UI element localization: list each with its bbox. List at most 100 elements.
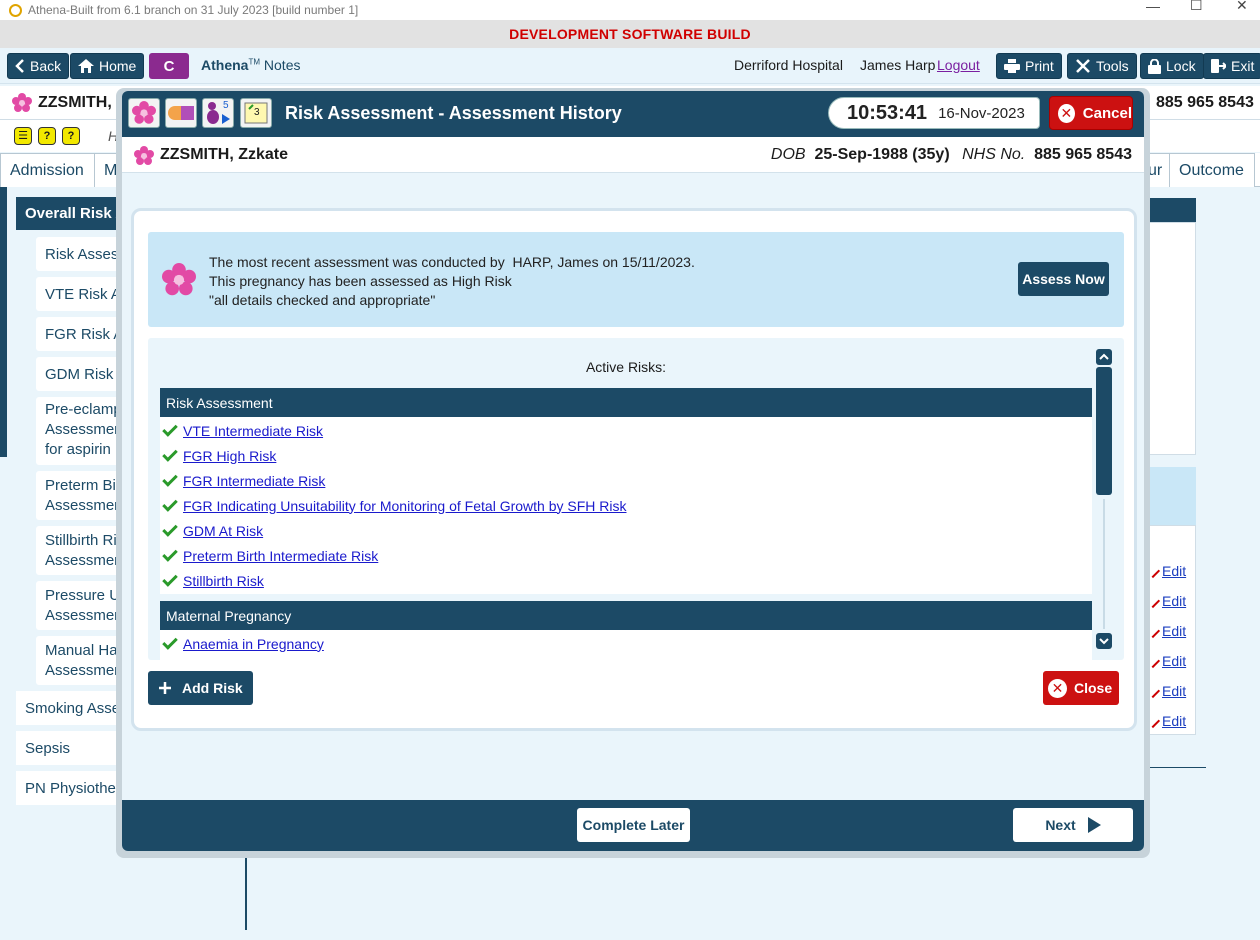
lock-button[interactable]: Lock bbox=[1140, 53, 1204, 79]
active-risks-scroll-area: Active Risks: Risk Assessment VTE Interm… bbox=[160, 338, 1092, 660]
clock-time: 10:53:41 bbox=[847, 101, 928, 124]
nav-pre-eclampsia[interactable]: Pre-eclamp Assessmen for aspirin bbox=[36, 397, 126, 465]
checkmark-icon bbox=[162, 420, 178, 437]
user-name: James Harp bbox=[860, 57, 936, 73]
close-circle-icon: ✕ bbox=[1058, 103, 1075, 123]
risk-link[interactable]: Preterm Birth Intermediate Risk bbox=[183, 548, 378, 564]
chevron-up-icon bbox=[1099, 353, 1109, 360]
scroll-up-button[interactable] bbox=[1096, 349, 1112, 365]
nav-stillbirth[interactable]: Stillbirth Ri Assessmen bbox=[36, 526, 126, 575]
pill-icon bbox=[168, 106, 194, 120]
cancel-button[interactable]: ✕ Cancel bbox=[1049, 96, 1133, 130]
assess-now-button[interactable]: Assess Now bbox=[1018, 262, 1109, 296]
background-nhs-number: 885 965 8543 bbox=[1156, 94, 1254, 111]
tab-admission[interactable]: Admission bbox=[0, 153, 95, 187]
home-label: Home bbox=[99, 58, 137, 74]
edit-link[interactable]: Edit bbox=[1145, 563, 1187, 579]
nav-manual-handling[interactable]: Manual Ha Assessmen bbox=[36, 636, 126, 685]
dob-value: 25-Sep-1988 (35y) bbox=[814, 146, 950, 163]
close-button[interactable]: ✕ Close bbox=[1043, 671, 1119, 705]
maximize-icon[interactable]: ☐ bbox=[1190, 0, 1203, 14]
edit-link[interactable]: Edit bbox=[1145, 713, 1186, 729]
patient-demographics: DOB 25-Sep-1988 (35y) NHS No. 885 965 85… bbox=[771, 146, 1132, 164]
flower-button[interactable] bbox=[128, 98, 160, 128]
list-alert-icon[interactable]: ☰ bbox=[14, 127, 32, 145]
nav-pn-physio[interactable]: PN Physiother bbox=[16, 771, 126, 805]
add-risk-button[interactable]: Add Risk bbox=[148, 671, 253, 705]
modal-patient-bar: ZZSMITH, Zzkate DOB 25-Sep-1988 (35y) NH… bbox=[122, 137, 1144, 173]
edit-link[interactable]: Edit bbox=[1145, 593, 1187, 609]
tools-button[interactable]: Tools bbox=[1067, 53, 1137, 79]
risk-link[interactable]: VTE Intermediate Risk bbox=[183, 423, 323, 439]
app-name-label: Athena bbox=[201, 57, 249, 73]
risk-link[interactable]: FGR Indicating Unsuitability for Monitor… bbox=[183, 498, 627, 514]
nav-smoking[interactable]: Smoking Asse bbox=[16, 691, 126, 725]
scroll-down-button[interactable] bbox=[1096, 633, 1112, 649]
dev-build-banner: DEVELOPMENT SOFTWARE BUILD bbox=[0, 20, 1260, 48]
edit-label: Edit bbox=[1162, 593, 1187, 609]
nav-gdm-risk[interactable]: GDM Risk A bbox=[36, 357, 126, 391]
home-button[interactable]: Home bbox=[70, 53, 145, 79]
exit-button[interactable]: Exit bbox=[1203, 53, 1260, 79]
nav-vte-risk[interactable]: VTE Risk As bbox=[36, 277, 126, 311]
risk-link[interactable]: FGR Intermediate Risk bbox=[183, 473, 325, 489]
medication-button[interactable] bbox=[165, 98, 197, 128]
nav-fgr-risk[interactable]: FGR Risk A bbox=[36, 317, 126, 351]
next-label: Next bbox=[1045, 817, 1076, 833]
modal-title: Risk Assessment - Assessment History bbox=[285, 103, 622, 123]
edit-link[interactable]: Edit bbox=[1145, 653, 1187, 669]
dob-label: DOB bbox=[770, 146, 806, 163]
close-circle-icon: ✕ bbox=[1048, 678, 1067, 698]
left-edge-bar bbox=[0, 187, 7, 457]
nav-risk-assess[interactable]: Risk Assess bbox=[36, 237, 126, 271]
risk-link[interactable]: Anaemia in Pregnancy bbox=[183, 636, 324, 652]
c-button[interactable]: C bbox=[149, 53, 189, 79]
printer-icon bbox=[1004, 59, 1020, 73]
flower-icon bbox=[12, 93, 32, 112]
print-button[interactable]: Print bbox=[996, 53, 1062, 79]
scroll-thumb[interactable] bbox=[1096, 367, 1112, 495]
risk-link[interactable]: FGR High Risk bbox=[183, 448, 276, 464]
back-button[interactable]: Back bbox=[7, 53, 70, 79]
nhs-value: 885 965 8543 bbox=[1034, 146, 1132, 163]
risk-link[interactable]: Stillbirth Risk bbox=[183, 573, 264, 589]
risks-scrollbar[interactable] bbox=[1096, 349, 1112, 651]
risk-link[interactable]: GDM At Risk bbox=[183, 523, 263, 539]
logout-link[interactable]: Logout bbox=[937, 57, 980, 73]
nav-pressure-ulcer[interactable]: Pressure Ul Assessmen bbox=[36, 581, 126, 630]
home-icon bbox=[78, 59, 94, 73]
exit-label: Exit bbox=[1231, 58, 1255, 74]
tab-outcome[interactable]: Outcome bbox=[1169, 153, 1255, 187]
checkmark-icon bbox=[162, 470, 178, 487]
risk-item: Preterm Birth Intermediate Risk bbox=[160, 543, 378, 568]
nav-overall-risk[interactable]: Overall Risk A bbox=[16, 197, 126, 230]
modal-footer: Complete Later Next bbox=[122, 800, 1144, 851]
edit-link[interactable]: Edit bbox=[1145, 683, 1186, 699]
checkmark-icon bbox=[162, 633, 178, 650]
next-button[interactable]: Next bbox=[1013, 808, 1133, 842]
close-window-icon[interactable]: ✕ bbox=[1236, 0, 1248, 14]
checkmark-icon bbox=[162, 570, 178, 587]
patient-name: ZZSMITH, Zzkate bbox=[160, 146, 289, 163]
section-header-maternal-pregnancy: Maternal Pregnancy bbox=[160, 601, 1092, 630]
minimize-icon[interactable]: — bbox=[1146, 0, 1160, 14]
notes-count: 3 bbox=[254, 107, 260, 118]
section-header-risk-assessment: Risk Assessment bbox=[160, 388, 1092, 417]
lock-icon bbox=[1148, 58, 1161, 74]
edit-link[interactable]: Edit bbox=[1145, 623, 1186, 639]
question-alert-icon-2[interactable]: ? bbox=[62, 127, 80, 145]
nav-preterm-birth[interactable]: Preterm Bir Assessmen bbox=[36, 471, 126, 520]
print-label: Print bbox=[1025, 58, 1054, 74]
pregnancy-button[interactable]: 5 bbox=[202, 98, 234, 128]
flower-icon bbox=[162, 263, 196, 296]
question-alert-icon[interactable]: ? bbox=[38, 127, 56, 145]
edit-label: Edit bbox=[1162, 563, 1187, 579]
edit-label: Edit bbox=[1162, 653, 1187, 669]
nav-sepsis[interactable]: Sepsis bbox=[16, 731, 126, 765]
risk-item: FGR Indicating Unsuitability for Monitor… bbox=[160, 493, 627, 518]
window-title: Athena-Built from 6.1 branch on 31 July … bbox=[28, 3, 359, 17]
complete-later-button[interactable]: Complete Later bbox=[577, 808, 690, 842]
notes-button[interactable]: 3 bbox=[240, 98, 272, 128]
play-arrow-icon bbox=[1087, 817, 1101, 833]
risk-item: FGR High Risk bbox=[160, 443, 276, 468]
